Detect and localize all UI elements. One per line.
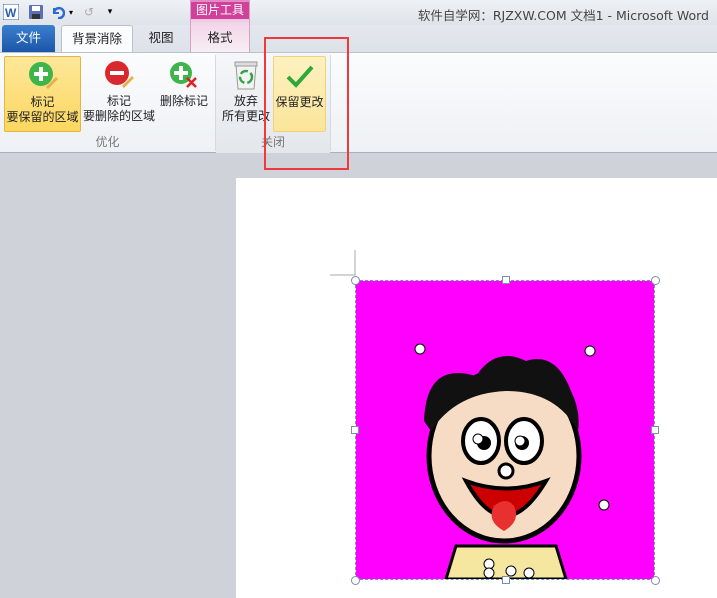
resize-handle[interactable]: [351, 276, 360, 285]
window-title: 软件自学网：RJZXW.COM 文档1 - Microsoft Word: [417, 8, 709, 23]
tab-format[interactable]: 格式: [191, 25, 249, 52]
delete-mark-icon: [158, 56, 210, 94]
picture-tools-label: 图片工具: [191, 2, 249, 19]
ribbon: 标记 要保留的区域 标记 要删除的区域 删除标记 放弃 所有更改 保留更改 优化…: [0, 52, 717, 153]
undo-dropdown-icon[interactable]: ▾: [67, 3, 75, 21]
resize-handle[interactable]: [502, 276, 510, 284]
title-bar: W ▾ ↺ ▾ 软件自学网：RJZXW.COM 文档1 - Microsoft …: [0, 0, 717, 25]
svg-text:W: W: [5, 6, 17, 20]
resize-handle[interactable]: [351, 426, 359, 434]
delete-mark-button[interactable]: 删除标记: [158, 56, 210, 132]
resize-handle[interactable]: [351, 576, 360, 585]
tab-file[interactable]: 文件: [2, 25, 55, 52]
ribbon-tabs: 文件 背景消除 视图: [0, 25, 717, 52]
cartoon-image: [356, 281, 654, 581]
plus-pencil-icon: [5, 57, 80, 95]
resize-handle[interactable]: [651, 576, 660, 585]
resize-handle[interactable]: [502, 576, 510, 584]
group-label-refine: 优化: [95, 135, 120, 149]
mark-areas-to-remove-button[interactable]: 标记 要删除的区域: [82, 56, 156, 132]
tab-background-removal[interactable]: 背景消除: [61, 25, 133, 52]
customize-qat-icon[interactable]: ▾: [105, 3, 115, 21]
minus-pencil-icon: [82, 56, 156, 94]
save-icon[interactable]: [28, 3, 44, 21]
redo-icon[interactable]: ↺: [81, 3, 97, 21]
picture-background-removal[interactable]: [355, 280, 655, 581]
tab-view[interactable]: 视图: [138, 25, 184, 52]
resize-handle[interactable]: [651, 276, 660, 285]
undo-icon[interactable]: [50, 3, 66, 21]
word-logo-icon[interactable]: W: [2, 3, 20, 21]
picture-tools-context: 图片工具 格式: [190, 0, 250, 52]
resize-handle[interactable]: [651, 426, 659, 434]
mark-areas-to-keep-button[interactable]: 标记 要保留的区域: [4, 56, 81, 132]
highlight-box: [264, 37, 349, 170]
